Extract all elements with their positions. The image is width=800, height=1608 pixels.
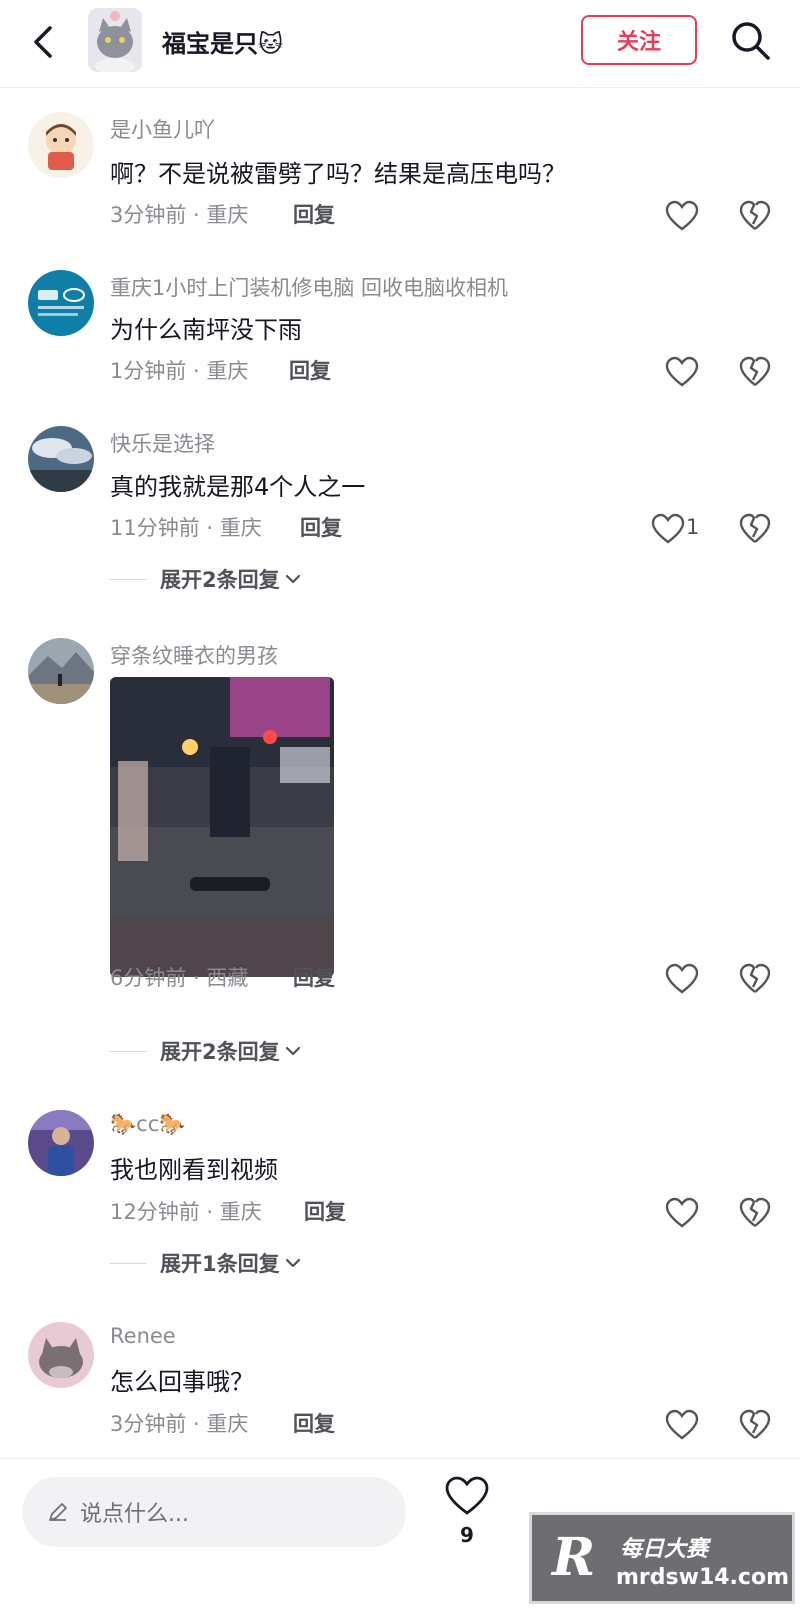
comment-time-location: 3分钟前 · 重庆	[110, 203, 249, 227]
comment-time-location: 6分钟前 · 西藏	[110, 966, 249, 990]
reply-button[interactable]: 回复	[293, 1408, 335, 1438]
heart-icon[interactable]	[664, 1409, 700, 1441]
expand-replies[interactable]: 展开1条回复	[110, 1248, 302, 1278]
sky-landscape-avatar-icon	[28, 426, 94, 492]
reply-button[interactable]: 回复	[293, 199, 335, 229]
comment-text: 怎么回事哦？	[110, 1368, 254, 1396]
expand-replies-label: 展开1条回复	[160, 1252, 280, 1276]
page-title: 福宝是只🐱	[162, 30, 284, 58]
comment-text: 真的我就是那4个人之一	[110, 473, 366, 501]
heart-icon[interactable]	[664, 356, 700, 388]
back-arrow-icon[interactable]	[26, 20, 66, 64]
commenter-avatar[interactable]	[28, 1322, 94, 1388]
chevron-down-icon	[285, 1258, 300, 1268]
divider-line	[110, 578, 146, 580]
commenter-avatar[interactable]	[28, 112, 94, 178]
reply-button[interactable]: 回复	[300, 512, 342, 542]
watermark-url: mrdsw14.com	[616, 1565, 789, 1590]
heart-icon[interactable]	[664, 963, 700, 995]
watermark: R 每日大赛 mrdsw14.com	[529, 1512, 795, 1604]
commenter-name[interactable]: 🐎cc🐎	[110, 1112, 185, 1137]
comment-input[interactable]: 说点什么...	[22, 1477, 406, 1547]
broken-heart-icon[interactable]	[738, 1197, 772, 1229]
heart-icon[interactable]	[664, 1197, 700, 1229]
watermark-name: 每日大赛	[620, 1537, 709, 1562]
cat-photo-avatar-icon	[28, 1322, 94, 1388]
comment-photo[interactable]	[110, 677, 334, 977]
chevron-down-icon	[285, 1046, 300, 1056]
commenter-avatar[interactable]	[28, 270, 94, 336]
comment-time-location: 3分钟前 · 重庆	[110, 1412, 249, 1436]
flooded-street-photo-icon	[110, 677, 334, 977]
reply-button[interactable]: 回复	[289, 355, 331, 385]
search-icon[interactable]	[728, 18, 772, 64]
divider-line	[110, 1050, 146, 1052]
comment-text: 啊？不是说被雷劈了吗？结果是高压电吗？	[110, 160, 566, 188]
commenter-name[interactable]: Renee	[110, 1324, 176, 1348]
shop-logo-avatar-icon	[28, 270, 94, 336]
comment-text: 为什么南坪没下雨	[110, 316, 302, 344]
comment-time-location: 1分钟前 · 重庆	[110, 359, 249, 383]
heart-icon[interactable]	[650, 513, 686, 545]
mountain-person-avatar-icon	[28, 638, 94, 704]
commenter-name[interactable]: 重庆1小时上门装机修电脑 回收电脑收相机	[110, 272, 508, 302]
comment-input-placeholder: 说点什么...	[80, 1502, 189, 1527]
watermark-logo: R	[552, 1527, 596, 1588]
commenter-name[interactable]: 快乐是选择	[110, 428, 215, 458]
person-photo-avatar-icon	[28, 1110, 94, 1176]
author-avatar[interactable]	[88, 8, 142, 72]
commenter-avatar[interactable]	[28, 638, 94, 704]
expand-replies[interactable]: 展开2条回复	[110, 564, 302, 594]
commenter-avatar[interactable]	[28, 1110, 94, 1176]
heart-icon[interactable]	[664, 200, 700, 232]
broken-heart-icon[interactable]	[738, 356, 772, 388]
cat-avatar-icon	[88, 8, 142, 72]
heart-icon[interactable]	[444, 1475, 490, 1517]
commenter-name[interactable]: 穿条纹睡衣的男孩	[110, 640, 278, 670]
broken-heart-icon[interactable]	[738, 1409, 772, 1441]
like-count: 9	[460, 1523, 474, 1547]
broken-heart-icon[interactable]	[738, 513, 772, 545]
broken-heart-icon[interactable]	[738, 200, 772, 232]
comment-time-location: 12分钟前 · 重庆	[110, 1200, 262, 1224]
reply-button[interactable]: 回复	[293, 962, 335, 992]
expand-replies-label: 展开2条回复	[160, 568, 280, 592]
pencil-icon	[49, 1503, 67, 1521]
comment-text: 我也刚看到视频	[110, 1156, 278, 1184]
cartoon-boy-avatar-icon	[28, 112, 94, 178]
expand-replies-label: 展开2条回复	[160, 1040, 280, 1064]
broken-heart-icon[interactable]	[738, 963, 772, 995]
commenter-name[interactable]: 是小鱼儿吖	[110, 114, 215, 144]
follow-button[interactable]: 关注	[581, 15, 697, 65]
divider-line	[110, 1262, 146, 1264]
expand-replies[interactable]: 展开2条回复	[110, 1036, 302, 1066]
reply-button[interactable]: 回复	[304, 1196, 346, 1226]
chevron-down-icon	[285, 574, 300, 584]
comment-time-location: 11分钟前 · 重庆	[110, 516, 262, 540]
like-count: 1	[686, 515, 700, 539]
commenter-avatar[interactable]	[28, 426, 94, 492]
top-bar: 福宝是只🐱 关注	[0, 0, 800, 88]
